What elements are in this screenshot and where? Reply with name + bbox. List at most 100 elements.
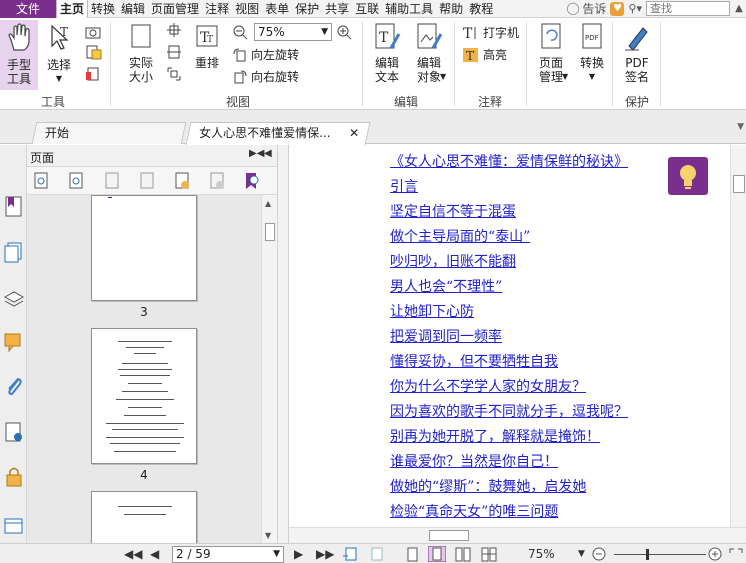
toc-link[interactable]: 吵归吵，旧账不能翻 bbox=[390, 250, 628, 275]
scroll-thumb[interactable] bbox=[265, 223, 275, 241]
extract-page-icon[interactable] bbox=[138, 172, 156, 190]
page-thumbnail-5[interactable] bbox=[91, 491, 197, 543]
menu-file[interactable]: 文件 bbox=[0, 0, 56, 18]
reflow-button[interactable]: TT 重排 bbox=[190, 22, 224, 70]
highlight-button[interactable]: T 高亮 bbox=[462, 46, 507, 63]
zoom-out-icon[interactable] bbox=[592, 547, 608, 562]
menu-tutorial[interactable]: 教程 bbox=[466, 0, 496, 18]
scroll-down-icon[interactable]: ▼ bbox=[265, 531, 271, 540]
previous-page-icon[interactable]: ◀ bbox=[150, 547, 159, 561]
toc-link[interactable]: 懂得妥协，但不要牺牲自我 bbox=[390, 350, 628, 375]
menu-accessibility[interactable]: 辅助工具 bbox=[382, 0, 436, 18]
zoom-slider-knob[interactable] bbox=[646, 549, 649, 560]
document-vertical-scrollbar[interactable] bbox=[730, 145, 746, 527]
toc-link[interactable]: 男人也会“不理性” bbox=[390, 275, 628, 300]
continuous-facing-icon[interactable] bbox=[480, 547, 498, 562]
bookmark-icon[interactable] bbox=[3, 195, 24, 217]
continuous-page-icon[interactable] bbox=[428, 546, 446, 562]
menu-comment[interactable]: 注释 bbox=[202, 0, 232, 18]
toc-link[interactable]: 让她卸下心防 bbox=[390, 300, 628, 325]
fit-page-icon[interactable] bbox=[166, 22, 182, 38]
menu-home[interactable]: 主页 bbox=[56, 0, 89, 18]
delete-page-icon[interactable] bbox=[208, 172, 226, 190]
heart-icon[interactable]: ♥ bbox=[610, 1, 625, 16]
tab-start[interactable]: 开始 bbox=[31, 122, 187, 144]
scroll-up-icon[interactable]: ▲ bbox=[265, 199, 271, 208]
content-icon[interactable] bbox=[3, 515, 24, 537]
lock-icon[interactable] bbox=[3, 465, 24, 487]
pages-icon[interactable] bbox=[3, 241, 24, 263]
convert-button[interactable]: PDF 转换 ▼ bbox=[575, 22, 609, 84]
page-thumbnail-4[interactable] bbox=[91, 328, 197, 464]
zoom-out-icon[interactable] bbox=[232, 24, 248, 40]
panel-expand-icon[interactable]: ▶◀ bbox=[249, 148, 264, 159]
next-view-icon[interactable] bbox=[368, 547, 384, 562]
document-horizontal-scrollbar[interactable] bbox=[289, 527, 746, 543]
menu-page-manage[interactable]: 页面管理 bbox=[148, 0, 202, 18]
single-page-icon[interactable] bbox=[404, 547, 420, 562]
toc-link[interactable]: 你为什么不学学人家的女朋友？ bbox=[390, 375, 628, 400]
insert-page-icon[interactable] bbox=[103, 172, 121, 190]
panel-splitter[interactable] bbox=[277, 145, 289, 543]
zoom-select[interactable]: 75% ▼ bbox=[254, 23, 332, 41]
search-input[interactable] bbox=[646, 1, 730, 16]
signature-icon[interactable] bbox=[3, 421, 24, 443]
menu-view[interactable]: 视图 bbox=[232, 0, 262, 18]
last-page-icon[interactable]: ▶▶ bbox=[316, 547, 334, 561]
collapse-ribbon-icon[interactable]: ▲ bbox=[732, 1, 746, 17]
thumbnail-scrollbar[interactable]: ▲ ▼ bbox=[261, 195, 277, 543]
zoom-in-icon[interactable] bbox=[708, 547, 724, 562]
menu-share[interactable]: 共享 bbox=[322, 0, 352, 18]
scroll-thumb[interactable] bbox=[733, 175, 745, 193]
typewriter-button[interactable]: T 打字机 bbox=[462, 24, 519, 41]
first-page-icon[interactable]: ◀◀ bbox=[124, 547, 142, 561]
menu-help[interactable]: 帮助 bbox=[436, 0, 466, 18]
tip-button[interactable] bbox=[668, 157, 708, 195]
fit-width-icon[interactable] bbox=[166, 44, 182, 60]
pdf-sign-button[interactable]: PDF 签名 bbox=[616, 22, 658, 84]
fit-visible-icon[interactable] bbox=[166, 66, 182, 82]
edit-object-button[interactable]: 编辑 对象 ▼ bbox=[410, 22, 448, 84]
page-copy-icon[interactable] bbox=[84, 66, 102, 82]
hand-tool[interactable]: 手型 工具 bbox=[0, 22, 38, 86]
page-manage-button[interactable]: 页面 管理 ▼ bbox=[530, 22, 572, 84]
attachment-icon[interactable] bbox=[3, 375, 24, 397]
status-zoom-value[interactable]: 75% bbox=[528, 547, 555, 561]
camera-icon[interactable] bbox=[84, 24, 102, 40]
zoom-out-page-icon[interactable] bbox=[68, 172, 86, 190]
toc-link[interactable]: 把爱调到同一频率 bbox=[390, 325, 628, 350]
toc-link[interactable]: 别再为她开脱了，解释就是掩饰！ bbox=[390, 425, 628, 450]
tell-me[interactable]: 告诉 bbox=[582, 0, 606, 17]
tab-list-arrow-icon[interactable]: ▼ bbox=[737, 122, 744, 132]
toc-link[interactable]: 检验“真命天女”的唯三问题 bbox=[390, 500, 628, 525]
panel-collapse-icon[interactable]: ◀ bbox=[264, 148, 272, 159]
rotate-right-button[interactable]: 向右旋转 bbox=[232, 68, 299, 85]
edit-text-button[interactable]: T 编辑 文本 bbox=[368, 22, 406, 84]
toc-link[interactable]: 做她的“缪斯”：鼓舞她，启发她 bbox=[390, 475, 628, 500]
rotate-left-button[interactable]: 向左旋转 bbox=[232, 46, 299, 63]
toc-link[interactable]: 引言 bbox=[390, 175, 628, 200]
toc-link[interactable]: 《女人心思不难懂：爱情保鲜的秘诀》 bbox=[390, 150, 628, 175]
menu-connect[interactable]: 互联 bbox=[352, 0, 382, 18]
next-page-icon[interactable]: ▶ bbox=[294, 547, 303, 561]
page-number-input[interactable]: 2 / 59 ▼ bbox=[172, 546, 284, 563]
menu-convert[interactable]: 转换 bbox=[88, 0, 118, 18]
zoom-in-page-icon[interactable] bbox=[33, 172, 51, 190]
zoom-slider-track[interactable] bbox=[614, 554, 706, 555]
toc-link[interactable]: 谁最爱你？当然是你自己！ bbox=[390, 450, 628, 475]
lightbulb-icon[interactable]: ◯ bbox=[566, 2, 579, 15]
zoom-in-icon[interactable] bbox=[336, 24, 352, 40]
layers-icon[interactable] bbox=[3, 285, 24, 307]
tab-document[interactable]: 女人心思不难懂爱情保... ✕ bbox=[185, 122, 371, 145]
add-page-icon[interactable] bbox=[173, 172, 191, 190]
toc-link[interactable]: 做个主导局面的“泰山” bbox=[390, 225, 628, 250]
page-properties-icon[interactable] bbox=[243, 172, 261, 190]
scroll-thumb[interactable] bbox=[429, 530, 469, 541]
toc-link[interactable]: 因为喜欢的歌手不同就分手，逗我呢？ bbox=[390, 400, 628, 425]
chevron-down-icon[interactable]: ▼ bbox=[578, 549, 585, 559]
select-tool[interactable]: T 选择 ▼ bbox=[40, 22, 78, 86]
fullscreen-icon[interactable] bbox=[728, 547, 744, 562]
facing-page-icon[interactable] bbox=[454, 547, 472, 562]
menu-protect[interactable]: 保护 bbox=[292, 0, 322, 18]
clipboard-icon[interactable] bbox=[84, 44, 104, 60]
